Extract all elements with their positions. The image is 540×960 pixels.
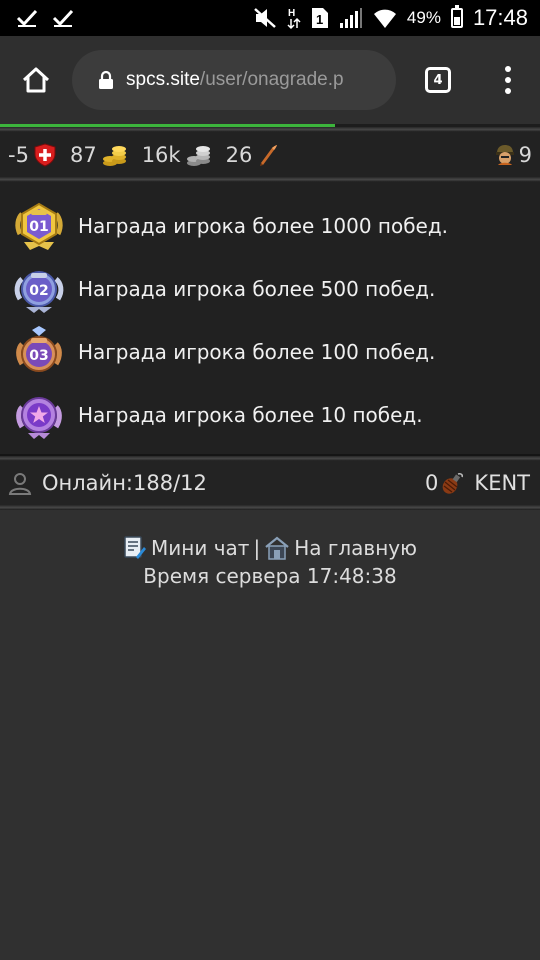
award-item: 01 Награда игрока более 1000 побед.: [12, 194, 540, 257]
bronze-medal-icon: 03: [16, 325, 62, 372]
footer-divider: |: [253, 536, 261, 560]
battery-percent: 49%: [406, 8, 441, 27]
user-icon: [8, 473, 32, 495]
user-info[interactable]: 0 KENT: [425, 471, 530, 495]
grenade-count: 0: [425, 471, 439, 495]
wifi-icon: [373, 9, 396, 28]
svg-text:H: H: [288, 8, 295, 19]
soldier-icon: [495, 144, 514, 165]
hplus-icon: H: [287, 8, 301, 30]
signal-icon: [339, 8, 362, 28]
more-menu-button[interactable]: [480, 36, 536, 124]
grenade-icon: [443, 473, 464, 494]
username[interactable]: KENT: [474, 471, 530, 495]
address-bar[interactable]: spcs.site/user/onagrade.p: [72, 50, 396, 110]
gold-stat[interactable]: 87: [70, 143, 128, 167]
mini-chat-label: Мини чат: [151, 536, 250, 560]
footer: Мини чат | На главную Время сервера 17:4…: [0, 510, 540, 590]
gold-medal-icon: 01: [15, 202, 63, 250]
stats-bar: -5 87 16k 26 9: [0, 132, 540, 177]
silver-stat[interactable]: 16k: [142, 143, 212, 167]
award-item: Награда игрока более 10 побед.: [12, 383, 540, 446]
medic-shield-icon: [34, 142, 56, 167]
health-stat[interactable]: -5: [8, 143, 56, 167]
mute-icon: [254, 8, 276, 28]
svg-text:1: 1: [316, 12, 323, 27]
home-label: На главную: [294, 536, 417, 560]
progress-bar: [0, 124, 540, 127]
tab-switcher-button[interactable]: 4: [396, 36, 480, 124]
awards-list: 01 Награда игрока более 1000 побед. 02 Н…: [0, 182, 540, 456]
medal-number: 01: [29, 219, 48, 235]
rank-value: 9: [518, 142, 532, 167]
url-host: spcs.site: [126, 69, 200, 90]
online-label: Онлайн:188/12: [42, 471, 207, 495]
online-bar: Онлайн:188/12 0 KENT: [0, 461, 540, 505]
server-time: Время сервера 17:48:38: [143, 564, 397, 588]
home-link[interactable]: На главную: [264, 534, 417, 562]
battery-icon: [450, 5, 463, 28]
check-icon: [52, 9, 74, 27]
notepad-icon: [124, 536, 147, 559]
award-item: 03 Награда игрока более 100 побед.: [12, 320, 540, 383]
lock-icon: [98, 70, 114, 90]
sim-icon: 1: [311, 8, 328, 28]
award-text: Награда игрока более 10 побед.: [78, 402, 423, 427]
clock: 17:48: [472, 5, 528, 30]
footer-links: Мини чат | На главную: [0, 534, 540, 562]
health-value: -5: [8, 142, 29, 167]
gold-value: 87: [69, 142, 97, 167]
bullet-icon: [260, 144, 278, 166]
rank-stat[interactable]: 9: [493, 143, 532, 167]
award-text: Награда игрока более 100 побед.: [78, 339, 436, 364]
online-counter[interactable]: Онлайн:188/12: [8, 471, 207, 495]
medal-number: 03: [29, 348, 48, 364]
home-icon: [22, 67, 50, 93]
star-medal-icon: [16, 396, 62, 439]
silver-value: 16k: [141, 142, 181, 167]
ammo-stat[interactable]: 26: [226, 143, 280, 167]
house-icon: [265, 536, 289, 560]
award-text: Награда игрока более 1000 побед.: [78, 213, 449, 238]
award-item: 02 Награда игрока более 500 побед.: [12, 257, 540, 320]
page-content: -5 87 16k 26 9 01 Награда игрока более 1…: [0, 124, 540, 960]
url-path: /user/onagrade.p: [199, 69, 344, 90]
medal-number: 02: [29, 283, 48, 299]
silver-coins-icon: [186, 145, 210, 166]
progress-fill: [0, 124, 335, 127]
check-icon: [16, 9, 38, 27]
browser-toolbar: spcs.site/user/onagrade.p 4: [0, 36, 540, 124]
tab-count: 4: [425, 67, 451, 93]
award-text: Награда игрока более 500 побед.: [78, 276, 436, 301]
silver-medal-icon: 02: [14, 270, 64, 313]
home-button[interactable]: [0, 36, 72, 124]
battery-fill: [453, 17, 460, 25]
status-bar: H 1 49% 17:48: [0, 0, 540, 36]
gold-coins-icon: [102, 145, 126, 166]
ammo-value: 26: [225, 142, 253, 167]
mini-chat-link[interactable]: Мини чат: [123, 534, 249, 562]
